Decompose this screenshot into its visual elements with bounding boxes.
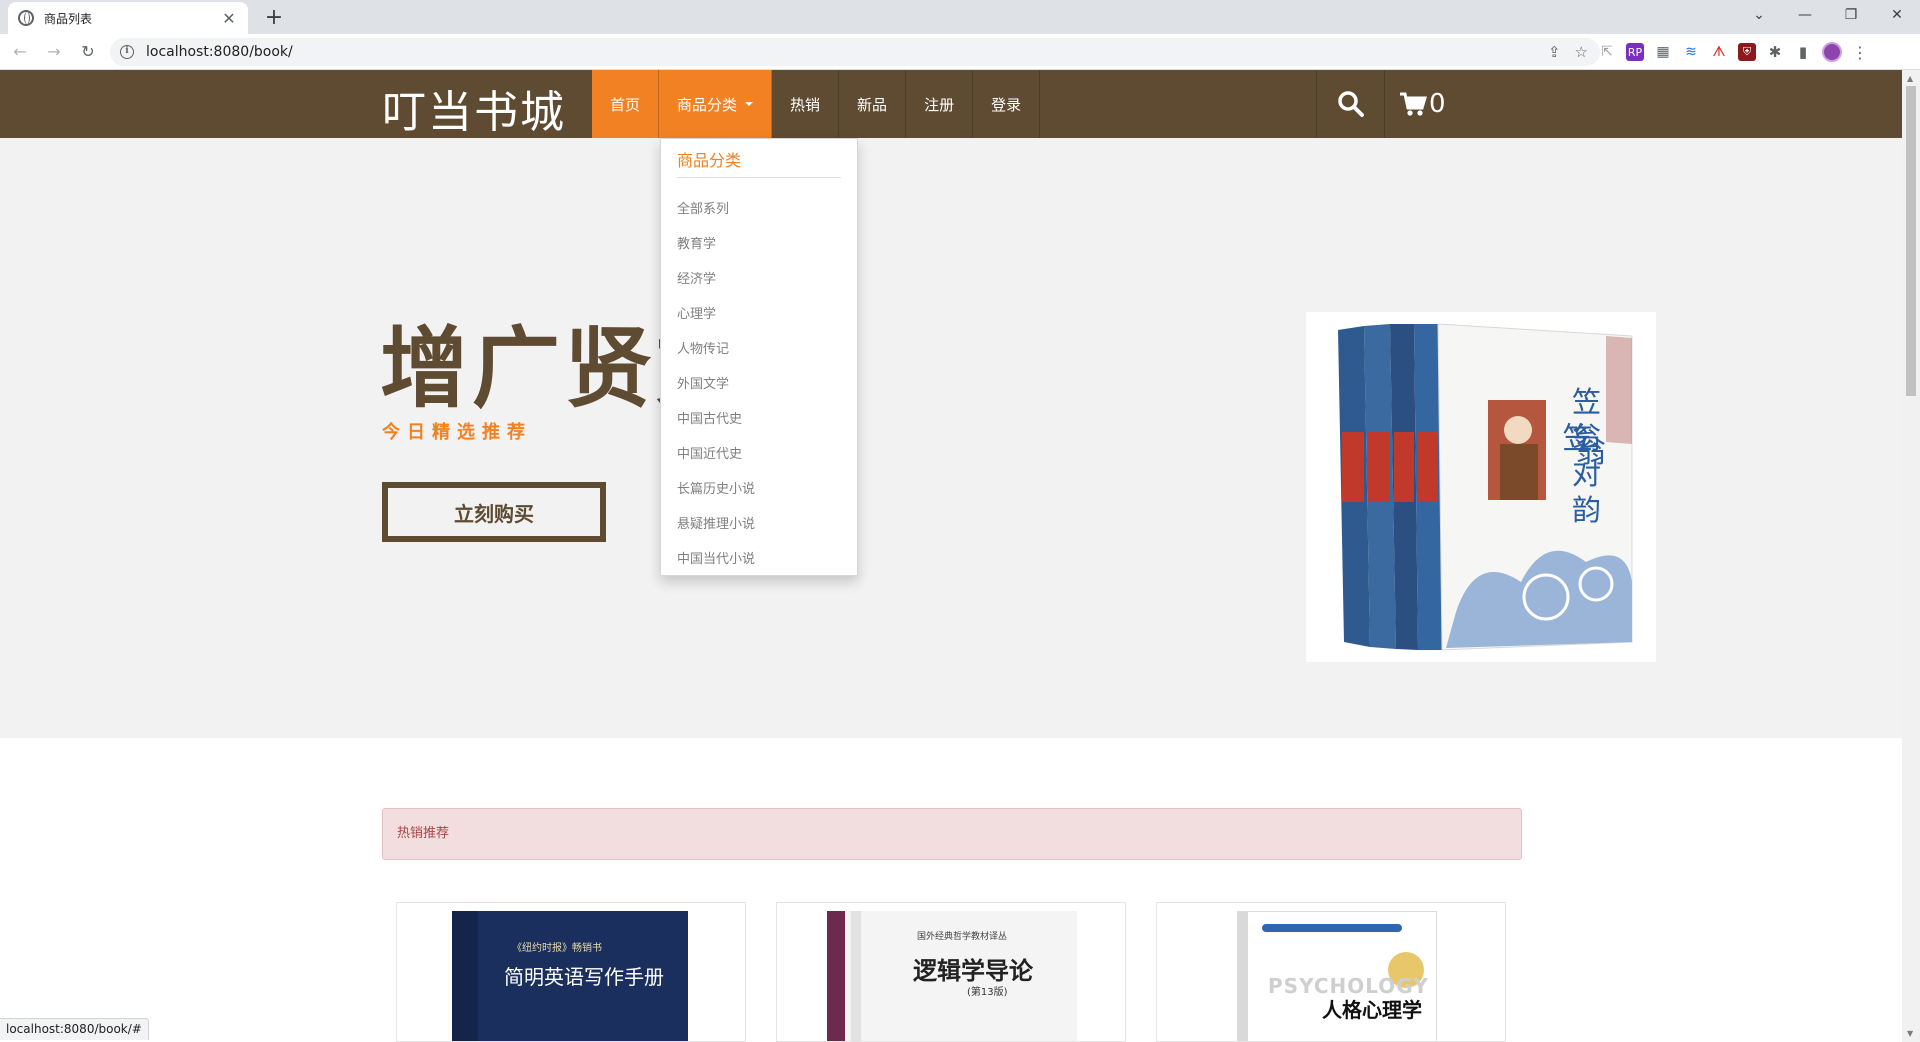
browser-tab[interactable]: 商品列表 ✕ (8, 2, 248, 34)
product-cover-image[interactable]: 简明英语写作手册 《纽约时报》畅销书 (452, 911, 688, 1041)
cart-icon (1400, 92, 1427, 116)
main-menu: 首页 商品分类 热销 新品 注册 登录 (592, 70, 1041, 138)
scrollbar-thumb[interactable] (1906, 86, 1916, 396)
hero-cover-text: 笠翁对韵 (1572, 385, 1602, 527)
url-text: localhost:8080/book/ (146, 44, 293, 60)
dropdown-item[interactable]: 心理学 (661, 297, 857, 332)
hot-recommend-label: 热销推荐 (397, 826, 450, 841)
hero-book-image[interactable]: 笠 翁 笠翁对韵 (1306, 312, 1656, 662)
nav-hot[interactable]: 热销 (772, 70, 840, 138)
dropdown-item[interactable]: 中国当代小说 (661, 542, 857, 577)
layers-extension-icon[interactable]: ≋ (1682, 43, 1700, 61)
dropdown-header: 商品分类 (677, 147, 841, 178)
browser-toolbar: ← → ↻ i localhost:8080/book/ ⇪ ☆ ⇱ RP ▦ … (0, 34, 1920, 70)
nav-new-label: 新品 (857, 95, 888, 114)
nav-hot-label: 热销 (790, 95, 821, 114)
nav-home[interactable]: 首页 (592, 70, 660, 138)
extensions-area: ⇱ RP ▦ ≋ ᗑ ⛨ ✱ ▮ ⋮ (1598, 42, 1868, 62)
status-url: localhost:8080/book/# (6, 1022, 142, 1036)
caret-down-icon (745, 102, 754, 106)
globe-icon (18, 10, 34, 26)
product-cover-image[interactable]: PSYCHOLOGY 人格心理学 (1237, 911, 1437, 1041)
address-bar[interactable]: i localhost:8080/book/ ⇪ ☆ (110, 38, 1600, 66)
dropdown-item[interactable]: 外国文学 (661, 367, 857, 402)
close-window-button[interactable]: ✕ (1874, 0, 1920, 30)
product-cover-image[interactable]: 逻辑学导论 国外经典哲学教材译丛 (第13版) (827, 911, 1077, 1041)
site-navbar: 叮当书城 首页 商品分类 热销 新品 注册 登录 0 (0, 70, 1902, 138)
dropdown-item[interactable]: 人物传记 (661, 332, 857, 367)
minimize-button[interactable]: — (1782, 0, 1828, 30)
product-cover-title: 逻辑学导论 (913, 956, 1033, 985)
cursor-extension-icon[interactable]: ⇱ (1598, 43, 1616, 61)
dropdown-item[interactable]: 悬疑推理小说 (661, 507, 857, 542)
puzzle-icon[interactable]: ✱ (1766, 43, 1784, 61)
product-cover-title: 人格心理学 (1322, 998, 1422, 1022)
nav-home-label: 首页 (610, 95, 641, 114)
tab-title: 商品列表 (44, 11, 93, 26)
dropdown-item[interactable]: 中国近代史 (661, 437, 857, 472)
nav-right: 0 (1316, 70, 1446, 138)
page-viewport: 叮当书城 首页 商品分类 热销 新品 注册 登录 0 增广贤文 今日精选推荐 立… (0, 70, 1902, 1042)
sidepanel-icon[interactable]: ▮ (1794, 43, 1812, 61)
dropdown-item[interactable]: 长篇历史小说 (661, 472, 857, 507)
hot-recommend-bar: 热销推荐 (382, 808, 1522, 860)
product-cover-title: 简明英语写作手册 (504, 965, 664, 989)
cart-count: 0 (1429, 89, 1446, 119)
new-tab-button[interactable]: + (260, 4, 288, 32)
nav-new[interactable]: 新品 (839, 70, 907, 138)
bookmark-star-icon[interactable]: ☆ (1575, 43, 1588, 61)
nav-categories-label: 商品分类 (677, 95, 738, 114)
scroll-down-icon[interactable]: ▼ (1907, 1029, 1913, 1038)
product-card[interactable]: 简明英语写作手册 《纽约时报》畅销书 (396, 902, 746, 1042)
kebab-menu-icon[interactable]: ⋮ (1852, 43, 1868, 62)
grid-extension-icon[interactable]: ▦ (1654, 43, 1672, 61)
dropdown-list: 全部系列 教育学 经济学 心理学 人物传记 外国文学 中国古代史 中国近代史 长… (661, 192, 857, 577)
shield-extension-icon[interactable]: ⛨ (1738, 43, 1756, 61)
nav-login-label: 登录 (991, 95, 1022, 114)
status-bar: localhost:8080/book/# (0, 1018, 149, 1040)
product-card[interactable]: 逻辑学导论 国外经典哲学教材译丛 (第13版) (776, 902, 1126, 1042)
tab-search-icon[interactable]: ⌄ (1736, 0, 1782, 30)
page-scrollbar[interactable]: ▲ ▼ (1902, 70, 1920, 1042)
dropdown-item[interactable]: 中国古代史 (661, 402, 857, 437)
window-controls: ⌄ — ❐ ✕ (1736, 0, 1920, 30)
search-button[interactable] (1317, 70, 1385, 138)
share-icon[interactable]: ⇪ (1548, 43, 1561, 61)
restore-button[interactable]: ❐ (1828, 0, 1874, 30)
cart-button[interactable]: 0 (1385, 70, 1446, 138)
nav-register[interactable]: 注册 (906, 70, 974, 138)
site-brand[interactable]: 叮当书城 (382, 76, 566, 140)
back-icon[interactable]: ← (6, 38, 34, 66)
site-info-icon[interactable]: i (120, 45, 134, 59)
rp-extension-icon[interactable]: RP (1626, 43, 1644, 61)
product-card[interactable]: PSYCHOLOGY 人格心理学 (1156, 902, 1506, 1042)
profile-avatar[interactable] (1822, 42, 1842, 62)
browser-tabbar: 商品列表 ✕ + ⌄ — ❐ ✕ (0, 0, 1920, 34)
hero-section: 增广贤文 今日精选推荐 立刻购买 笠 翁 笠翁对韵 (0, 138, 1902, 738)
scroll-up-icon[interactable]: ▲ (1907, 74, 1913, 83)
search-icon (1337, 91, 1364, 117)
tab-close-icon[interactable]: ✕ (220, 9, 238, 28)
nav-login[interactable]: 登录 (973, 70, 1041, 138)
buy-now-button[interactable]: 立刻购买 (382, 482, 606, 542)
nav-categories[interactable]: 商品分类 (659, 70, 773, 138)
dropdown-item[interactable]: 经济学 (661, 262, 857, 297)
hero-subtitle: 今日精选推荐 (382, 422, 532, 443)
dropdown-item[interactable]: 教育学 (661, 227, 857, 262)
red-extension-icon[interactable]: ᗑ (1710, 43, 1728, 61)
reload-icon[interactable]: ↻ (74, 38, 102, 66)
category-dropdown: 商品分类 全部系列 教育学 经济学 心理学 人物传记 外国文学 中国古代史 中国… (660, 138, 858, 576)
product-grid: 简明英语写作手册 《纽约时报》畅销书 逻辑学导论 国外经典哲学教材译丛 (第13… (396, 902, 1526, 1042)
dropdown-item[interactable]: 全部系列 (661, 192, 857, 227)
nav-register-label: 注册 (924, 95, 955, 114)
forward-icon[interactable]: → (40, 38, 68, 66)
